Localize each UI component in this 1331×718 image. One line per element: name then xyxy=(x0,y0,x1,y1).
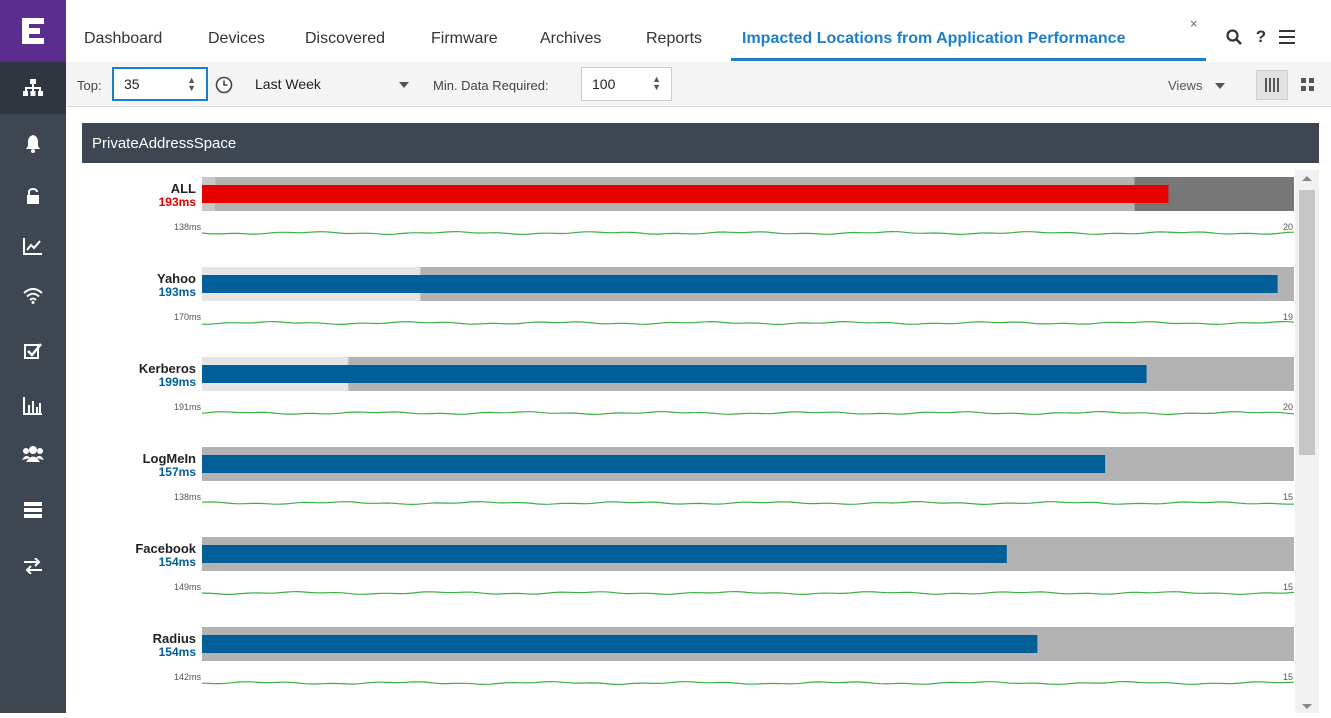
value-bar xyxy=(202,635,1038,653)
top-label: Top: xyxy=(77,78,102,93)
top-count-stepper[interactable]: 35 ▲ ▼ xyxy=(112,67,208,101)
value-bar xyxy=(202,365,1147,383)
sparkline-max: 19 xyxy=(1283,312,1293,322)
sparkline xyxy=(201,230,1295,236)
tab-impacted-locations[interactable]: Impacted Locations from Application Perf… xyxy=(742,30,1125,48)
chevron-down-icon xyxy=(1215,83,1225,89)
extreme-logo[interactable] xyxy=(0,0,66,62)
tab-discovered[interactable]: Discovered xyxy=(305,30,385,48)
tab-close-icon[interactable]: × xyxy=(1190,16,1198,31)
panel-title: PrivateAddressSpace xyxy=(82,123,1319,163)
row-value: 154ms xyxy=(159,645,197,659)
bell-icon[interactable] xyxy=(0,118,66,170)
sparkline-min: 149ms xyxy=(174,582,202,592)
wifi-icon[interactable] xyxy=(0,270,66,322)
row-label: LogMeIn xyxy=(143,451,196,466)
scroll-thumb[interactable] xyxy=(1299,190,1315,455)
sparkline xyxy=(201,680,1295,686)
value-bar xyxy=(202,185,1169,203)
active-tab-indicator xyxy=(731,58,1206,61)
row-value: 157ms xyxy=(159,465,197,479)
top-nav: Dashboard Devices Discovered Firmware Ar… xyxy=(66,0,1331,62)
sparkline xyxy=(202,590,1295,596)
stepper-arrows-icon[interactable]: ▲ ▼ xyxy=(187,76,196,93)
min-data-stepper[interactable]: 100 ▲ ▼ xyxy=(581,67,672,101)
performance-bars: ALL193ms138ms 20Yahoo193ms170ms 19Kerberos… xyxy=(135,177,1295,686)
sparkline xyxy=(201,410,1295,416)
help-icon[interactable]: ? xyxy=(1250,26,1272,48)
time-range-select[interactable]: Last Week xyxy=(245,67,419,101)
scroll-up-icon[interactable] xyxy=(1302,176,1312,181)
sparkline-min: 138ms xyxy=(174,492,202,502)
network-tree-icon[interactable] xyxy=(0,62,66,114)
min-data-value: 100 xyxy=(592,76,616,92)
row-value: 193ms xyxy=(159,195,197,209)
tab-devices[interactable]: Devices xyxy=(208,30,265,48)
stepper-arrows-icon[interactable]: ▲ ▼ xyxy=(652,75,661,92)
sparkline xyxy=(201,500,1295,506)
sparkline-min: 191ms xyxy=(174,402,202,412)
row-label: Yahoo xyxy=(157,271,196,286)
sparkline-max: 15 xyxy=(1283,492,1293,502)
views-menu[interactable]: Views xyxy=(1168,78,1202,93)
row-value: 193ms xyxy=(159,285,197,299)
row-label: Radius xyxy=(153,631,196,646)
hamburger-icon[interactable] xyxy=(1276,26,1298,48)
chevron-down-icon xyxy=(399,82,409,88)
clock-icon xyxy=(215,76,233,94)
sparkline-min: 142ms xyxy=(174,672,202,682)
checkbox-icon[interactable] xyxy=(0,325,66,377)
bar-chart-icon[interactable] xyxy=(0,380,66,432)
tab-archives[interactable]: Archives xyxy=(540,30,601,48)
top-count-value: 35 xyxy=(124,76,140,92)
tab-dashboard[interactable]: Dashboard xyxy=(84,30,162,48)
value-bar xyxy=(202,455,1106,473)
list-view-icon[interactable] xyxy=(1256,70,1288,100)
value-bar xyxy=(202,275,1278,293)
logo-mark-icon xyxy=(22,18,44,44)
vertical-scrollbar[interactable] xyxy=(1295,170,1319,713)
sparkline-max: 20 xyxy=(1283,222,1293,232)
transfer-arrows-icon[interactable] xyxy=(0,540,66,592)
row-label: Facebook xyxy=(135,541,196,556)
tab-firmware[interactable]: Firmware xyxy=(431,30,498,48)
sparkline-max: 20 xyxy=(1283,402,1293,412)
server-icon[interactable] xyxy=(0,484,66,536)
row-value: 199ms xyxy=(159,375,197,389)
min-data-label: Min. Data Required: xyxy=(433,78,549,93)
sparkline-max: 15 xyxy=(1283,672,1293,682)
trend-chart-icon[interactable] xyxy=(0,220,66,272)
unlock-icon[interactable] xyxy=(0,170,66,222)
row-label: ALL xyxy=(171,181,196,196)
time-range-value: Last Week xyxy=(255,76,321,92)
row-value: 154ms xyxy=(159,555,197,569)
sparkline-min: 170ms xyxy=(174,312,202,322)
report-toolbar: Top: 35 ▲ ▼ Last Week Min. Data Required:… xyxy=(66,62,1331,107)
scroll-down-icon[interactable] xyxy=(1302,704,1312,709)
grid-view-icon[interactable] xyxy=(1292,70,1324,100)
left-sidebar xyxy=(0,0,66,713)
tab-reports[interactable]: Reports xyxy=(646,30,702,48)
users-icon[interactable] xyxy=(0,428,66,480)
value-bar xyxy=(202,545,1007,563)
row-label: Kerberos xyxy=(139,361,196,376)
sparkline xyxy=(202,320,1295,326)
search-icon[interactable] xyxy=(1223,26,1245,48)
sparkline-min: 138ms xyxy=(174,222,202,232)
sparkline-max: 15 xyxy=(1283,582,1293,592)
impacted-locations-chart: ALL 193ms 138ms 20 Yahoo 193ms 170ms 19 Kerberos… xyxy=(82,163,1319,713)
